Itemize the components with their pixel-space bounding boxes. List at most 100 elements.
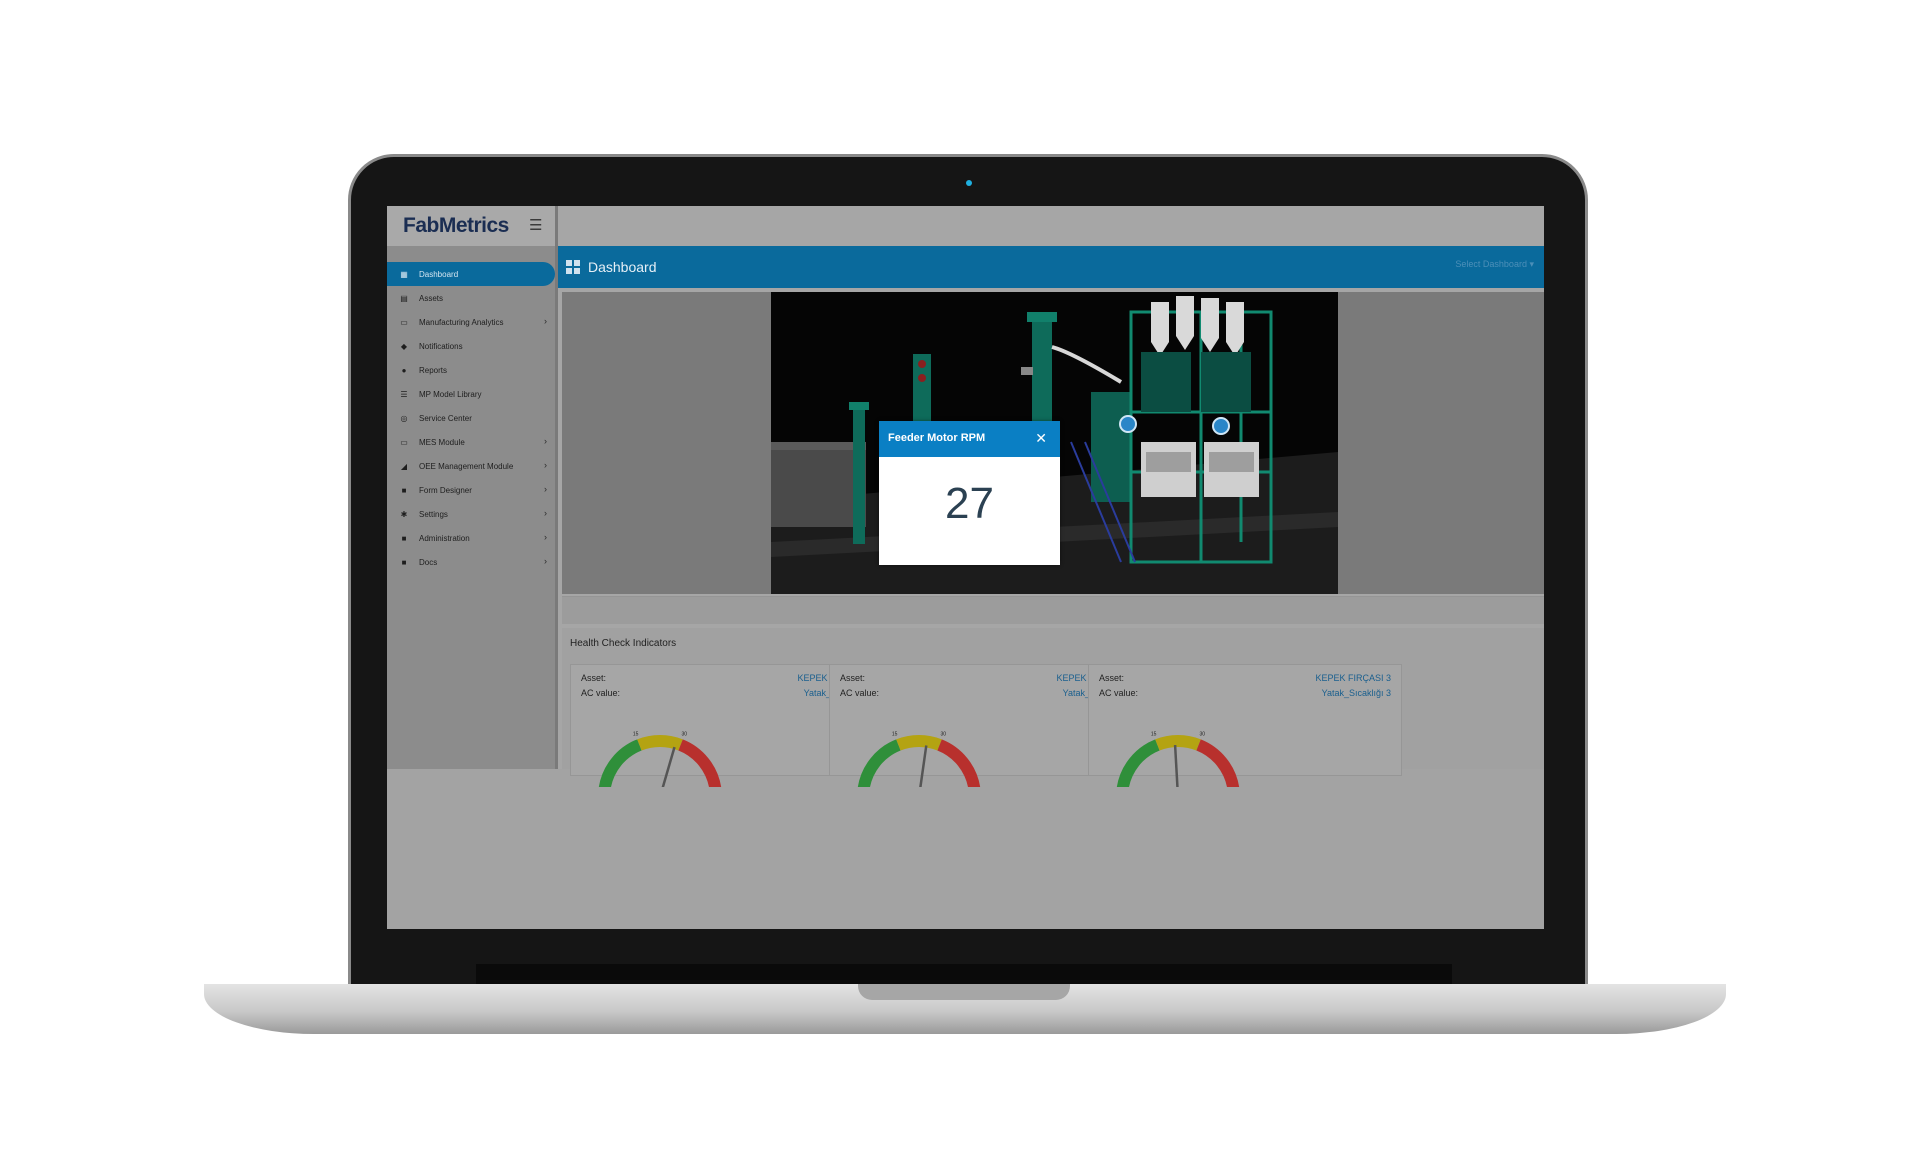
sidebar-item-label: MP Model Library xyxy=(419,389,482,399)
list-icon: ☰ xyxy=(400,389,408,399)
form-icon: ■ xyxy=(401,485,407,495)
logo-bar: FabMetrics ☰ xyxy=(387,206,555,246)
top-bar: EN xyxy=(558,206,1544,246)
health-gauge: 15 30 xyxy=(857,732,981,787)
select-dashboard-label: Select Dashboard xyxy=(1455,259,1527,269)
monitor-icon: ▭ xyxy=(400,317,408,327)
chevron-right-icon: › xyxy=(544,436,547,446)
gauge-tick-label: 30 xyxy=(1200,732,1206,738)
sidebar-item-manufacturing-analytics[interactable]: ▭ Manufacturing Analytics › xyxy=(387,310,555,334)
sidebar-item-label: Docs xyxy=(419,557,438,567)
sidebar-menu: ▦ Dashboard ▤ Assets ▭ Manufacturing Analytic… xyxy=(387,262,555,574)
gauge-tick-label: 15 xyxy=(1151,732,1157,738)
chevron-right-icon: › xyxy=(544,316,547,326)
health-gauge: 15 30 xyxy=(1116,732,1240,787)
laptop-notch xyxy=(858,984,1070,1000)
popup-header: Feeder Motor RPM ✕ xyxy=(879,421,1060,457)
gauge-yellow-band xyxy=(1155,735,1201,751)
gauge-yellow-band xyxy=(896,735,942,751)
health-card: Asset: KEPEK FIRÇASI 3 AC value: Yatak_S… xyxy=(1088,664,1402,787)
gauge-yellow-band xyxy=(637,735,683,751)
bell-icon: ◆ xyxy=(400,341,408,351)
sidebar-item-docs[interactable]: ■ Docs › xyxy=(387,550,555,574)
docs-icon: ■ xyxy=(401,557,407,567)
sidebar-item-mes-module[interactable]: ▭ MES Module › xyxy=(387,430,555,454)
screen: FabMetrics ☰ ▦ Dashboard ▤ Assets ▭ Manufactu… xyxy=(387,206,1544,929)
sidebar-item-label: Service Center xyxy=(419,413,472,423)
sidebar-item-dashboard[interactable]: ▦ Dashboard xyxy=(387,262,555,286)
sidebar-item-label: OEE Management Module xyxy=(419,461,514,471)
sidebar-item-administration[interactable]: ■ Administration › xyxy=(387,526,555,550)
laptop-hinge xyxy=(476,964,1452,984)
sidebar-item-label: Form Designer xyxy=(419,485,472,495)
sidebar: FabMetrics ☰ ▦ Dashboard ▤ Assets ▭ Manufactu… xyxy=(387,206,555,769)
asset-link[interactable]: KEPEK FIRÇASI 3 xyxy=(1315,673,1391,683)
sidebar-item-label: Settings xyxy=(419,509,448,519)
gauge-tick-label: 30 xyxy=(682,732,688,738)
gauge-needle xyxy=(1173,745,1179,787)
gauge-tick-label: 15 xyxy=(892,732,898,738)
dashboard-grid-icon xyxy=(566,260,580,274)
gauge-green-band xyxy=(1116,739,1160,787)
sidebar-item-form-designer[interactable]: ■ Form Designer › xyxy=(387,478,555,502)
chevron-right-icon: › xyxy=(544,532,547,542)
chevron-right-icon: › xyxy=(544,484,547,494)
popup-value: 27 xyxy=(945,479,994,528)
sidebar-item-reports[interactable]: ● Reports xyxy=(387,358,555,382)
gauge-tick-label: 15 xyxy=(633,732,639,738)
dashboard-header: Dashboard Select Dashboard ▾ xyxy=(558,246,1544,288)
gauge-needle xyxy=(919,745,928,787)
assets-icon: ▤ xyxy=(400,293,408,303)
sidebar-item-oee-management-module[interactable]: ◢ OEE Management Module › xyxy=(387,454,555,478)
page-title: Dashboard xyxy=(588,259,657,275)
mes-icon: ▭ xyxy=(400,437,408,447)
sidebar-item-label: Assets xyxy=(419,293,444,303)
health-gauge: 15 30 xyxy=(598,732,722,787)
health-check-title: Health Check Indicators xyxy=(570,638,677,649)
select-dashboard-dropdown[interactable]: Select Dashboard ▾ xyxy=(1455,259,1534,270)
sidebar-item-assets[interactable]: ▤ Assets xyxy=(387,286,555,310)
viewer-footer-strip xyxy=(562,596,1544,624)
chevron-right-icon: › xyxy=(544,460,547,470)
caret-down-icon: ▾ xyxy=(1529,259,1534,269)
sidebar-item-service-center[interactable]: ◎ Service Center xyxy=(387,406,555,430)
sidebar-item-mp-model-library[interactable]: ☰ MP Model Library xyxy=(387,382,555,406)
close-icon[interactable]: ✕ xyxy=(1035,430,1047,447)
feeder-motor-rpm-popup: Feeder Motor RPM ✕ 27 xyxy=(879,421,1060,565)
sidebar-item-label: Notifications xyxy=(419,341,463,351)
gauge-red-band xyxy=(1196,739,1240,787)
dashboard-icon: ▦ xyxy=(400,269,408,279)
asset-label: Asset: xyxy=(840,673,866,683)
target-icon: ◎ xyxy=(400,413,408,423)
reports-icon: ● xyxy=(401,365,407,375)
app-logo[interactable]: FabMetrics xyxy=(403,214,509,238)
gauge-green-band xyxy=(857,739,901,787)
oee-icon: ◢ xyxy=(400,461,408,471)
hamburger-menu-icon[interactable]: ☰ xyxy=(529,216,542,236)
ac-value-label: AC value: xyxy=(581,688,621,698)
ac-value-link[interactable]: Yatak_Sıcaklığı 3 xyxy=(1322,688,1391,698)
gauge-tick-label: 30 xyxy=(941,732,947,738)
health-check-panel: Health Check Indicators Asset: KEPEK FIR… xyxy=(562,628,1544,787)
ac-value-label: AC value: xyxy=(1099,688,1139,698)
sidebar-item-notifications[interactable]: ◆ Notifications xyxy=(387,334,555,358)
gauge-green-band xyxy=(598,739,642,787)
gear-icon: ✱ xyxy=(400,509,408,519)
popup-title: Feeder Motor RPM xyxy=(888,432,986,444)
sidebar-item-label: MES Module xyxy=(419,437,465,447)
chevron-right-icon: › xyxy=(544,508,547,518)
gauge-needle xyxy=(661,746,676,787)
sidebar-item-label: Manufacturing Analytics xyxy=(419,317,504,327)
asset-label: Asset: xyxy=(581,673,607,683)
asset-label: Asset: xyxy=(1099,673,1125,683)
gauge-red-band xyxy=(937,739,981,787)
sidebar-item-label: Reports xyxy=(419,365,448,375)
sidebar-item-label: Dashboard xyxy=(419,269,459,279)
ac-value-label: AC value: xyxy=(840,688,880,698)
chevron-right-icon: › xyxy=(544,556,547,566)
sidebar-item-settings[interactable]: ✱ Settings › xyxy=(387,502,555,526)
camera-dot xyxy=(966,180,972,186)
sidebar-item-label: Administration xyxy=(419,533,470,543)
gauge-red-band xyxy=(678,739,722,787)
admin-icon: ■ xyxy=(401,533,407,543)
